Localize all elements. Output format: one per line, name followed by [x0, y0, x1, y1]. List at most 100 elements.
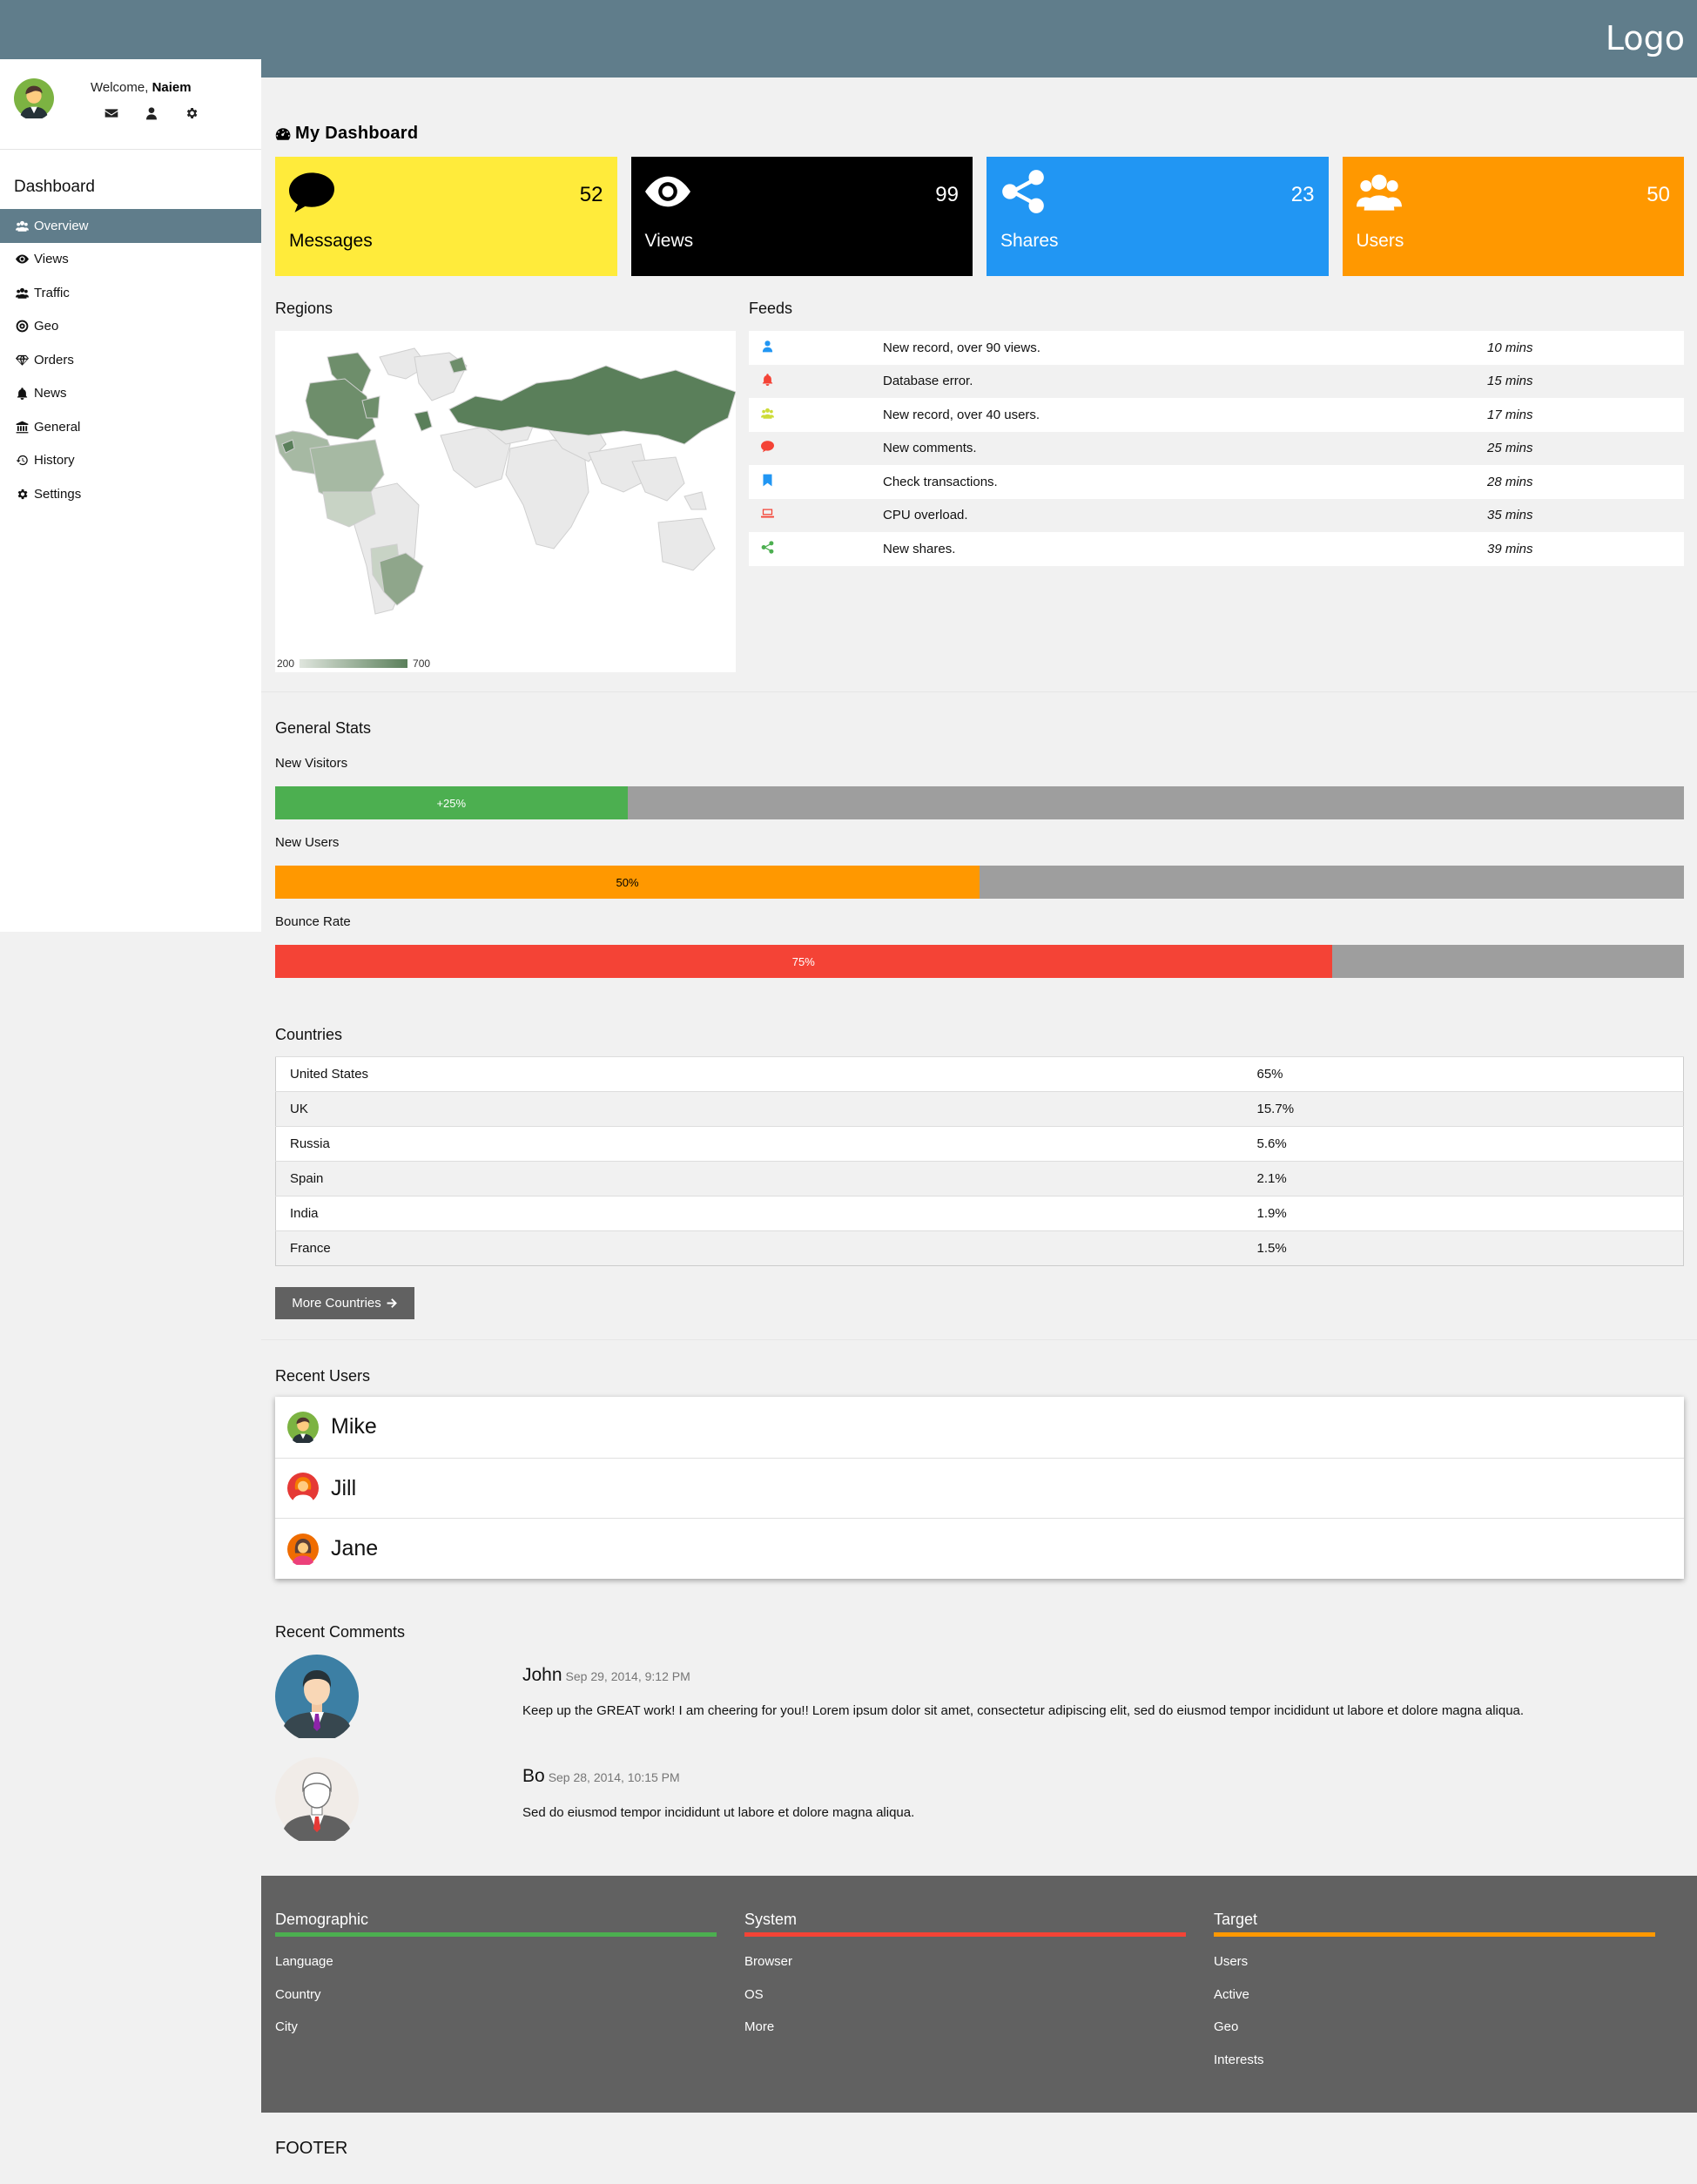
sidebar-item-label: History	[34, 453, 75, 468]
feed-time: 15 mins	[1487, 374, 1533, 389]
sidebar-user-panel: Welcome, Naiem	[0, 59, 261, 150]
feed-row[interactable]: Database error. 15 mins	[749, 365, 1684, 399]
bell-icon	[761, 373, 774, 386]
more-countries-button[interactable]: More Countries	[275, 1287, 414, 1319]
avatar-icon	[287, 1412, 319, 1443]
footer-link[interactable]: Interests	[1214, 2044, 1655, 2077]
more-countries-label: More Countries	[292, 1296, 381, 1311]
regions-map[interactable]: 200 700	[274, 331, 737, 672]
user-name: Mike	[331, 1414, 377, 1439]
share-icon	[1000, 169, 1046, 214]
bank-icon	[16, 421, 29, 434]
country-name: United States	[275, 1056, 1257, 1092]
feed-row[interactable]: New comments. 25 mins	[749, 432, 1684, 466]
sidebar-item-general[interactable]: General	[0, 410, 261, 444]
footer-link[interactable]: Country	[275, 1978, 717, 2012]
user-avatar-icon[interactable]	[14, 78, 54, 118]
dashboard-icon	[275, 126, 291, 142]
sidebar-item-label: News	[34, 386, 67, 401]
card-label: Shares	[1000, 231, 1059, 251]
feed-text: CPU overload.	[883, 508, 968, 523]
bell-icon	[16, 387, 29, 400]
footer-link[interactable]: Browser	[744, 1945, 1186, 1978]
comment-icon	[289, 169, 334, 214]
countries-title: Countries	[275, 1026, 343, 1043]
card-views[interactable]: 99 Views	[630, 157, 973, 276]
comment-date: Sep 29, 2014, 9:12 PM	[565, 1669, 690, 1683]
card-shares[interactable]: 23 Shares	[987, 157, 1329, 276]
footer-column-demographic: Demographic Language Country City	[275, 1911, 717, 2044]
sidebar-item-label: General	[34, 419, 81, 435]
bullseye-icon	[16, 320, 29, 333]
sidebar-item-label: Orders	[34, 352, 74, 367]
footer-link[interactable]: Active	[1214, 1978, 1655, 2012]
bar-label-new-visitors: New Visitors	[275, 756, 348, 771]
table-row: India 1.9%	[275, 1196, 1684, 1231]
feed-time: 35 mins	[1487, 508, 1533, 523]
user-icon[interactable]	[145, 106, 158, 120]
gear-icon	[16, 488, 29, 501]
card-label: Messages	[289, 231, 373, 251]
card-value: 52	[579, 183, 603, 206]
feed-row[interactable]: Check transactions. 28 mins	[749, 465, 1684, 499]
sidebar-item-traffic[interactable]: Traffic	[0, 276, 261, 310]
feed-row[interactable]: New record, over 40 users. 17 mins	[749, 398, 1684, 432]
footer-link[interactable]: City	[275, 2011, 717, 2044]
footer-heading: System	[744, 1911, 1186, 1937]
progress-fill: 50%	[275, 866, 980, 899]
progress-bar-new-visitors: +25%	[275, 786, 1684, 819]
world-map[interactable]	[274, 331, 737, 662]
user-name: Jane	[331, 1536, 379, 1561]
logo[interactable]: Logo	[1606, 19, 1685, 57]
user-icon	[761, 340, 774, 353]
feed-time: 39 mins	[1487, 541, 1533, 556]
card-users[interactable]: 50 Users	[1342, 157, 1684, 276]
sidebar-item-views[interactable]: Views	[0, 243, 261, 277]
list-item[interactable]: Jane	[275, 1518, 1684, 1579]
sidebar-item-label: Geo	[34, 319, 59, 334]
sidebar-item-settings[interactable]: Settings	[0, 477, 261, 511]
envelope-icon[interactable]	[104, 106, 118, 120]
footer-link[interactable]: More	[744, 2011, 1186, 2044]
card-value: 99	[935, 183, 959, 206]
feed-row[interactable]: New shares. 39 mins	[749, 532, 1684, 566]
bar-label-bounce-rate: Bounce Rate	[275, 914, 351, 929]
sidebar-item-news[interactable]: News	[0, 377, 261, 411]
feed-time: 17 mins	[1487, 407, 1533, 422]
countries-table: United States 65% UK 15.7% Russia 5.6% Spai…	[275, 1056, 1684, 1266]
username: Naiem	[152, 80, 192, 95]
user-actions	[104, 106, 199, 120]
feed-time: 10 mins	[1487, 340, 1533, 355]
list-item[interactable]: Jill	[275, 1457, 1684, 1519]
footer-link[interactable]: Users	[1214, 1945, 1655, 1978]
sidebar-item-geo[interactable]: Geo	[0, 310, 261, 344]
card-messages[interactable]: 52 Messages	[275, 157, 617, 276]
avatar-icon	[287, 1534, 319, 1565]
feed-row[interactable]: CPU overload. 35 mins	[749, 499, 1684, 533]
footer-link[interactable]: OS	[744, 1978, 1186, 2012]
sidebar-item-overview[interactable]: Overview	[0, 209, 261, 243]
comment-text: Sed do eiusmod tempor incididunt ut labo…	[522, 1805, 915, 1820]
footer-column-target: Target Users Active Geo Interests	[1214, 1911, 1655, 2076]
sidebar-item-orders[interactable]: Orders	[0, 343, 261, 377]
sidebar-item-history[interactable]: History	[0, 444, 261, 478]
feed-row[interactable]: New record, over 90 views. 10 mins	[749, 331, 1684, 365]
general-stats-title: General Stats	[275, 719, 372, 737]
dashboard-title: My Dashboard	[275, 124, 418, 144]
author-name: John	[522, 1665, 562, 1685]
legend-min: 200	[277, 657, 295, 670]
legend-max: 700	[413, 657, 431, 670]
welcome-prefix: Welcome,	[91, 80, 152, 95]
footer-link[interactable]: Language	[275, 1945, 717, 1978]
avatar-icon	[287, 1473, 319, 1504]
users-icon	[16, 219, 29, 233]
country-name: Spain	[275, 1161, 1257, 1196]
footer-link[interactable]: Geo	[1214, 2011, 1655, 2044]
card-value: 23	[1290, 183, 1315, 206]
comment-date: Sep 28, 2014, 10:15 PM	[548, 1770, 680, 1784]
gear-icon[interactable]	[185, 106, 199, 120]
list-item[interactable]: Mike	[275, 1397, 1684, 1458]
sidebar-section-title: Dashboard	[14, 178, 95, 196]
stat-cards: 52 Messages 99 Views 23 Shares 50 Users	[275, 157, 1684, 276]
table-row: France 1.5%	[275, 1230, 1684, 1266]
